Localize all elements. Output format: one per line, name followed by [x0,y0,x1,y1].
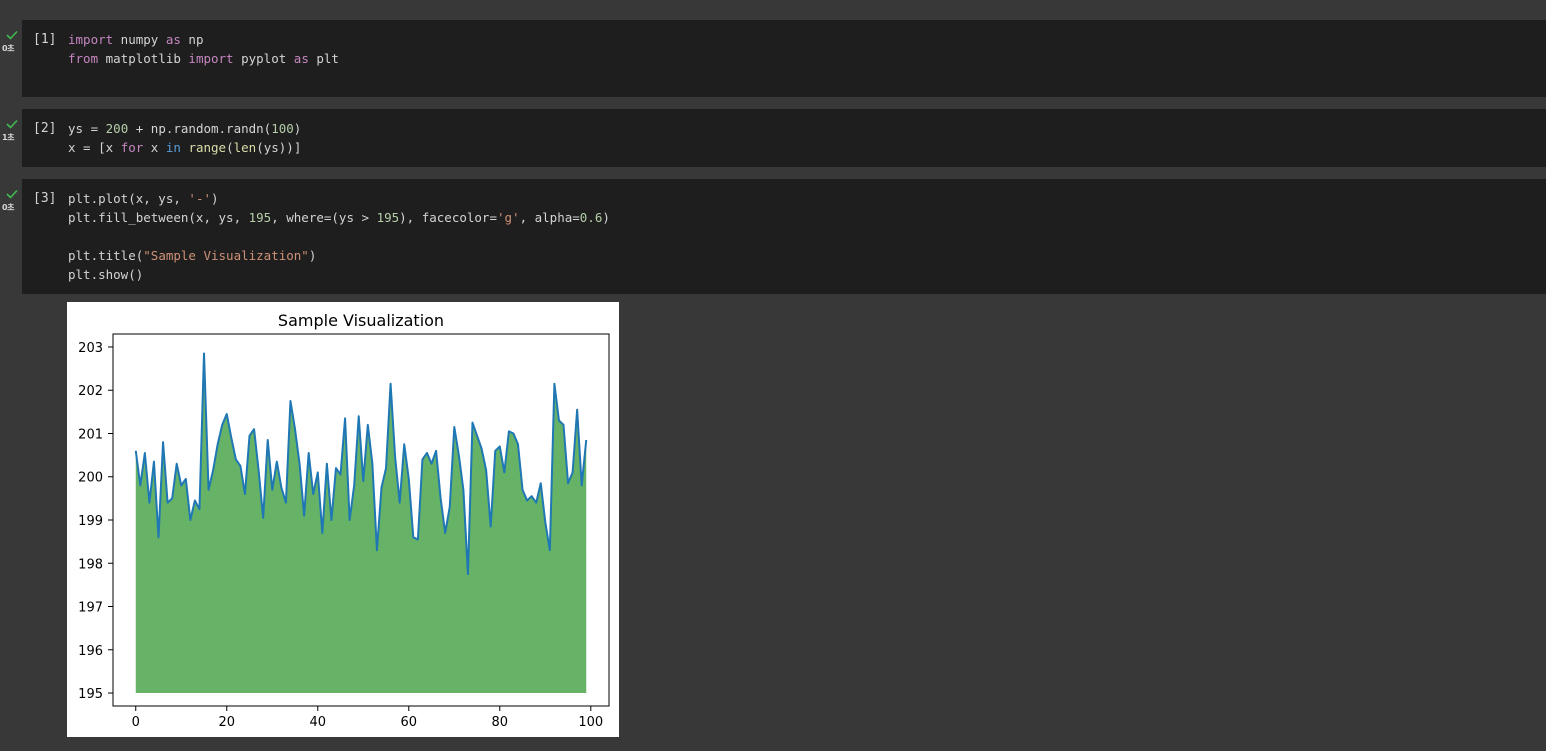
code-token: in [165,140,181,155]
code-token: 0.6 [579,210,603,225]
code-token: 200 [105,121,129,136]
y-tick-label: 197 [78,601,103,616]
y-tick-label: 200 [78,471,103,486]
code-token: for [120,140,144,155]
code-token: pyplot [233,51,294,66]
cell-gutter: 0초 [0,20,22,97]
code-token: as [293,51,309,66]
code-token: plt.title( [68,248,144,263]
code-token: ) [602,210,610,225]
code-cell-3[interactable]: 0초 [3] plt.plot(x, ys, '-') plt.fill_betw… [0,179,1546,294]
x-tick-label: 40 [309,715,326,730]
code-token: plt.fill_between(x, ys, [68,210,249,225]
exec-count: [1] [33,32,57,47]
code-token: import [188,51,234,66]
notebook: 0초 [1] import numpy as np from matplotlib… [0,0,1546,751]
code-line: from matplotlib import pyplot as plt [68,49,339,68]
code-line: plt.show() [68,265,610,284]
code-line: x = [x for x in range(len(ys))] [68,138,301,157]
exec-time: 0초 [2,203,14,212]
code-token: plt [308,51,339,66]
code-token: as [165,32,181,47]
code-token: range [188,140,227,155]
y-tick-label: 196 [78,644,103,659]
chart-title: Sample Visualization [278,311,444,330]
code-token: 'g' [496,210,520,225]
code-token: 195 [376,210,400,225]
code-line: plt.plot(x, ys, '-') [68,189,610,208]
code-token: + np.random.randn( [128,121,272,136]
code-token: 100 [271,121,294,136]
check-icon [6,119,18,129]
code-token: , where=(ys > [271,210,377,225]
x-tick-label: 0 [132,715,140,730]
code-token: ( [226,140,234,155]
y-tick-label: 199 [78,514,103,529]
code-token: ) [211,191,219,206]
exec-count: [3] [33,191,57,206]
cell-gutter: 1초 [0,109,22,167]
code-token: '-' [188,191,211,206]
code-token: matplotlib [98,51,189,66]
code-token: x [143,140,166,155]
y-tick-label: 201 [78,427,103,442]
code-line: plt.fill_between(x, ys, 195, where=(ys >… [68,208,610,227]
code-line: import numpy as np [68,30,339,49]
code-token: ) [308,248,317,263]
code-token: plt.show() [68,267,144,282]
check-icon [6,30,18,40]
code-text[interactable]: plt.plot(x, ys, '-') plt.fill_between(x, … [68,189,610,284]
code-token: ), facecolor= [399,210,497,225]
y-tick-label: 203 [78,341,103,356]
exec-time: 1초 [2,133,14,142]
check-icon [6,189,18,199]
x-tick-label: 60 [401,715,418,730]
cell-gutter: 0초 [0,179,22,294]
code-cell-1[interactable]: 0초 [1] import numpy as np from matplotlib… [0,20,1546,97]
exec-count: [2] [33,121,57,136]
code-token: plt.plot(x, ys, [68,191,189,206]
code-token: , alpha= [519,210,580,225]
y-tick-label: 198 [78,557,103,572]
code-token: 195 [248,210,272,225]
code-line: ys = 200 + np.random.randn(100) [68,119,301,138]
cell-output-plot: 0 20 40 60 80 100 195 196 197 198 199 200 201 202 203… [67,302,619,737]
y-tick-label: 202 [78,384,103,399]
code-cell-2[interactable]: 1초 [2] ys = 200 + np.random.randn(100) x … [0,109,1546,167]
chart: 0 20 40 60 80 100 195 196 197 198 199 200 201 202 203… [78,311,610,730]
code-token: np [180,32,204,47]
x-tick-label: 20 [218,715,235,730]
code-text[interactable]: import numpy as np from matplotlib import… [68,30,339,68]
y-tick-label: 195 [78,687,103,702]
code-token: numpy [113,32,166,47]
x-tick-label: 100 [578,715,603,730]
x-tick-label: 80 [492,715,509,730]
code-line: plt.title("Sample Visualization") [68,246,610,265]
code-token: ) [293,121,302,136]
exec-time: 0초 [2,44,14,53]
code-text[interactable]: ys = 200 + np.random.randn(100) x = [x fo… [68,119,301,157]
code-token: len [233,140,257,155]
code-token: (ys))] [256,140,302,155]
code-token: "Sample Visualization" [143,248,309,263]
code-token: import [68,32,114,47]
code-token: ys = [68,121,106,136]
code-token: from [68,51,99,66]
code-token: x = [x [68,140,121,155]
